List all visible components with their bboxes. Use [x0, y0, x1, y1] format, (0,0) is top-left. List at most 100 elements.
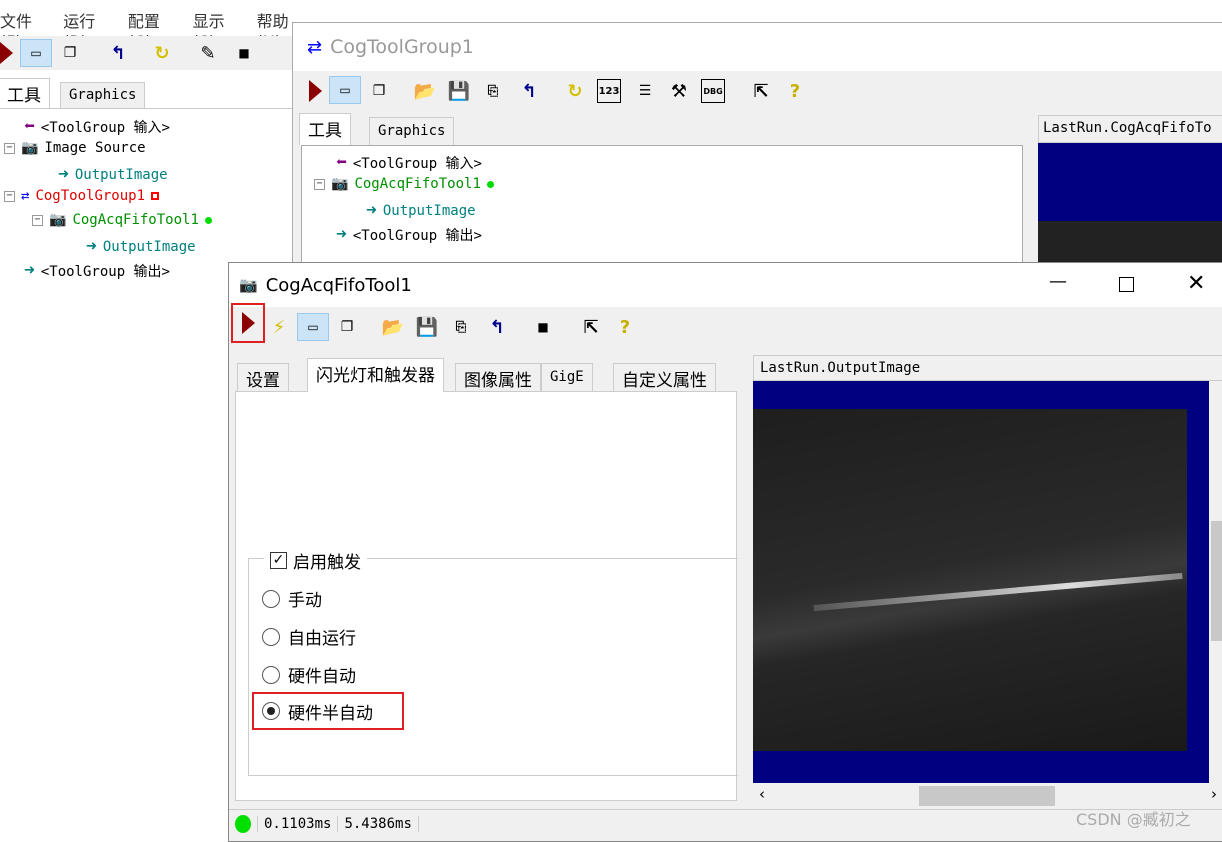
radio-label: 硬件半自动 [288, 703, 373, 724]
toolgroup-icon: ⇄ [21, 188, 30, 204]
panel-icon[interactable]: ▭ [329, 76, 361, 104]
pen-camera-icon[interactable]: ✎ [196, 41, 220, 65]
toolgroup-icon: ⇄ [307, 36, 323, 58]
tab-tools[interactable]: 工具 [0, 78, 50, 108]
collapse-icon[interactable]: − [32, 214, 43, 226]
total-time-label: 5.4386ms [338, 815, 419, 832]
list-icon[interactable]: ☰ [633, 79, 657, 103]
radio-label: 手动 [288, 591, 322, 611]
tree-label: CogAcqFifoTool1 [354, 176, 481, 192]
tree-item-image-source[interactable]: − 📷 Image Source [4, 140, 146, 156]
save-as-icon[interactable]: ⎘ [481, 79, 505, 103]
tools-icon[interactable]: ⚒ [667, 79, 691, 103]
camera-icon: 📷 [239, 276, 258, 294]
menu-bar: 文件(F) 运行(R) 配置(C) 显示(S) 帮助(H) [0, 4, 300, 51]
tab-strobe-trigger[interactable]: 闪光灯和触发器 [307, 358, 444, 392]
close-button[interactable]: ✕ [1187, 271, 1205, 296]
tab-settings[interactable]: 设置 [237, 363, 289, 391]
pointer-icon[interactable]: ⇱ [749, 79, 773, 103]
maximize-button[interactable] [1119, 277, 1134, 292]
tab-graphics-label: Graphics [378, 123, 446, 139]
tab-gige-label: GigE [550, 369, 584, 385]
radio-hardware-auto[interactable]: 硬件自动 [262, 662, 356, 687]
debug-icon[interactable]: DBG [701, 79, 725, 103]
reset-icon[interactable]: ↰ [517, 79, 541, 103]
image-display[interactable] [753, 381, 1209, 783]
menu-view[interactable]: 显示(S) [193, 8, 235, 51]
scroll-thumb[interactable] [1211, 521, 1222, 641]
window-icon[interactable]: ❐ [367, 79, 391, 103]
counter-icon[interactable]: 123 [597, 79, 621, 103]
run-button[interactable] [231, 303, 265, 343]
toolbar: ▭ ❐ ↰ ↻ ✎ ■ [0, 36, 300, 70]
tree-item-output-image[interactable]: ➜ OutputImage [58, 164, 168, 185]
tab-image-properties[interactable]: 图像属性 [455, 363, 541, 391]
tree-item-input[interactable]: ⬅ <ToolGroup 输入> [24, 116, 170, 137]
camera-icon[interactable]: ■ [232, 41, 256, 65]
radio-label: 自由运行 [288, 629, 356, 649]
enable-trigger-label: 启用触发 [293, 553, 361, 573]
tree-item-toolgroup[interactable]: − ⇄ CogToolGroup1 [4, 188, 160, 204]
window-title: CogAcqFifoTool1 [265, 274, 412, 296]
reset-icon[interactable]: ↰ [106, 41, 130, 65]
loop-icon[interactable]: ↻ [150, 41, 174, 65]
radio-label: 硬件自动 [288, 667, 356, 687]
status-indicator-icon [235, 814, 251, 833]
tree-item-output[interactable]: ➜ <ToolGroup 输出> [336, 224, 482, 245]
help-icon[interactable]: ? [783, 79, 807, 103]
main-window: 文件(F) 运行(R) 配置(C) 显示(S) 帮助(H) ▭ ❐ ↰ ↻ ✎ … [0, 0, 300, 290]
menu-config[interactable]: 配置(C) [128, 8, 171, 51]
minimize-button[interactable]: — [1049, 271, 1067, 292]
scroll-left-icon[interactable]: ‹ [759, 785, 765, 803]
save-icon[interactable]: 💾 [415, 315, 439, 339]
tab-graphics[interactable]: Graphics [369, 117, 455, 145]
output-arrow-icon: ➜ [24, 260, 35, 281]
window-icon[interactable]: ❐ [58, 41, 82, 65]
status-red-icon [151, 192, 160, 200]
radio-hardware-semi-auto[interactable]: 硬件半自动 [252, 692, 404, 730]
run-icon[interactable] [303, 79, 327, 103]
tree-label: Image Source [44, 140, 146, 156]
radio-free-run[interactable]: 自由运行 [262, 624, 356, 649]
trigger-icon[interactable]: ⚡ [267, 315, 291, 339]
tree-item-output-image[interactable]: ➜ OutputImage [86, 236, 196, 257]
tree-item-output-image[interactable]: ➜ OutputImage [366, 200, 476, 221]
camera-icon[interactable]: ■ [531, 315, 555, 339]
scroll-right-icon[interactable]: › [1211, 785, 1217, 803]
vertical-scrollbar[interactable] [1209, 381, 1222, 783]
image-header: LastRun.CogAcqFifoTo [1038, 115, 1222, 143]
radio-icon [262, 627, 280, 646]
open-icon[interactable]: 📂 [413, 79, 437, 103]
tab-graphics[interactable]: Graphics [60, 82, 146, 108]
radio-icon [262, 665, 280, 684]
tab-tools[interactable]: 工具 [299, 113, 351, 145]
tree-item-acqfifo[interactable]: − 📷 CogAcqFifoTool1 [314, 176, 494, 192]
collapse-icon[interactable]: − [4, 190, 15, 202]
panel-icon[interactable]: ▭ [20, 39, 52, 67]
menu-run[interactable]: 运行(R) [63, 8, 106, 51]
save-icon[interactable]: 💾 [447, 79, 471, 103]
save-as-icon[interactable]: ⎘ [449, 315, 473, 339]
scroll-thumb[interactable] [919, 786, 1055, 806]
open-icon[interactable]: 📂 [381, 315, 405, 339]
help-icon[interactable]: ? [613, 315, 637, 339]
panel-icon[interactable]: ▭ [297, 313, 329, 341]
reset-icon[interactable]: ↰ [485, 315, 509, 339]
tree-item-acqfifo[interactable]: − 📷 CogAcqFifoTool1 [32, 212, 212, 228]
collapse-icon[interactable]: − [314, 178, 325, 190]
run-icon[interactable] [0, 41, 18, 65]
enable-trigger-checkbox[interactable]: ✓ 启用触发 [264, 548, 367, 573]
tab-custom-properties[interactable]: 自定义属性 [613, 363, 716, 391]
loop-icon[interactable]: ↻ [563, 79, 587, 103]
pointer-icon[interactable]: ⇱ [579, 315, 603, 339]
menu-file[interactable]: 文件(F) [0, 8, 41, 51]
collapse-icon[interactable]: − [4, 142, 15, 154]
input-arrow-icon: ⬅ [24, 116, 35, 137]
radio-manual[interactable]: 手动 [262, 586, 322, 611]
tab-gige[interactable]: GigE [541, 363, 593, 391]
status-green-icon [486, 180, 494, 188]
tree-item-input[interactable]: ⬅ <ToolGroup 输入> [336, 152, 482, 173]
window-icon[interactable]: ❐ [335, 315, 359, 339]
tree-item-output[interactable]: ➜ <ToolGroup 输出> [24, 260, 170, 281]
input-arrow-icon: ⬅ [336, 152, 347, 173]
